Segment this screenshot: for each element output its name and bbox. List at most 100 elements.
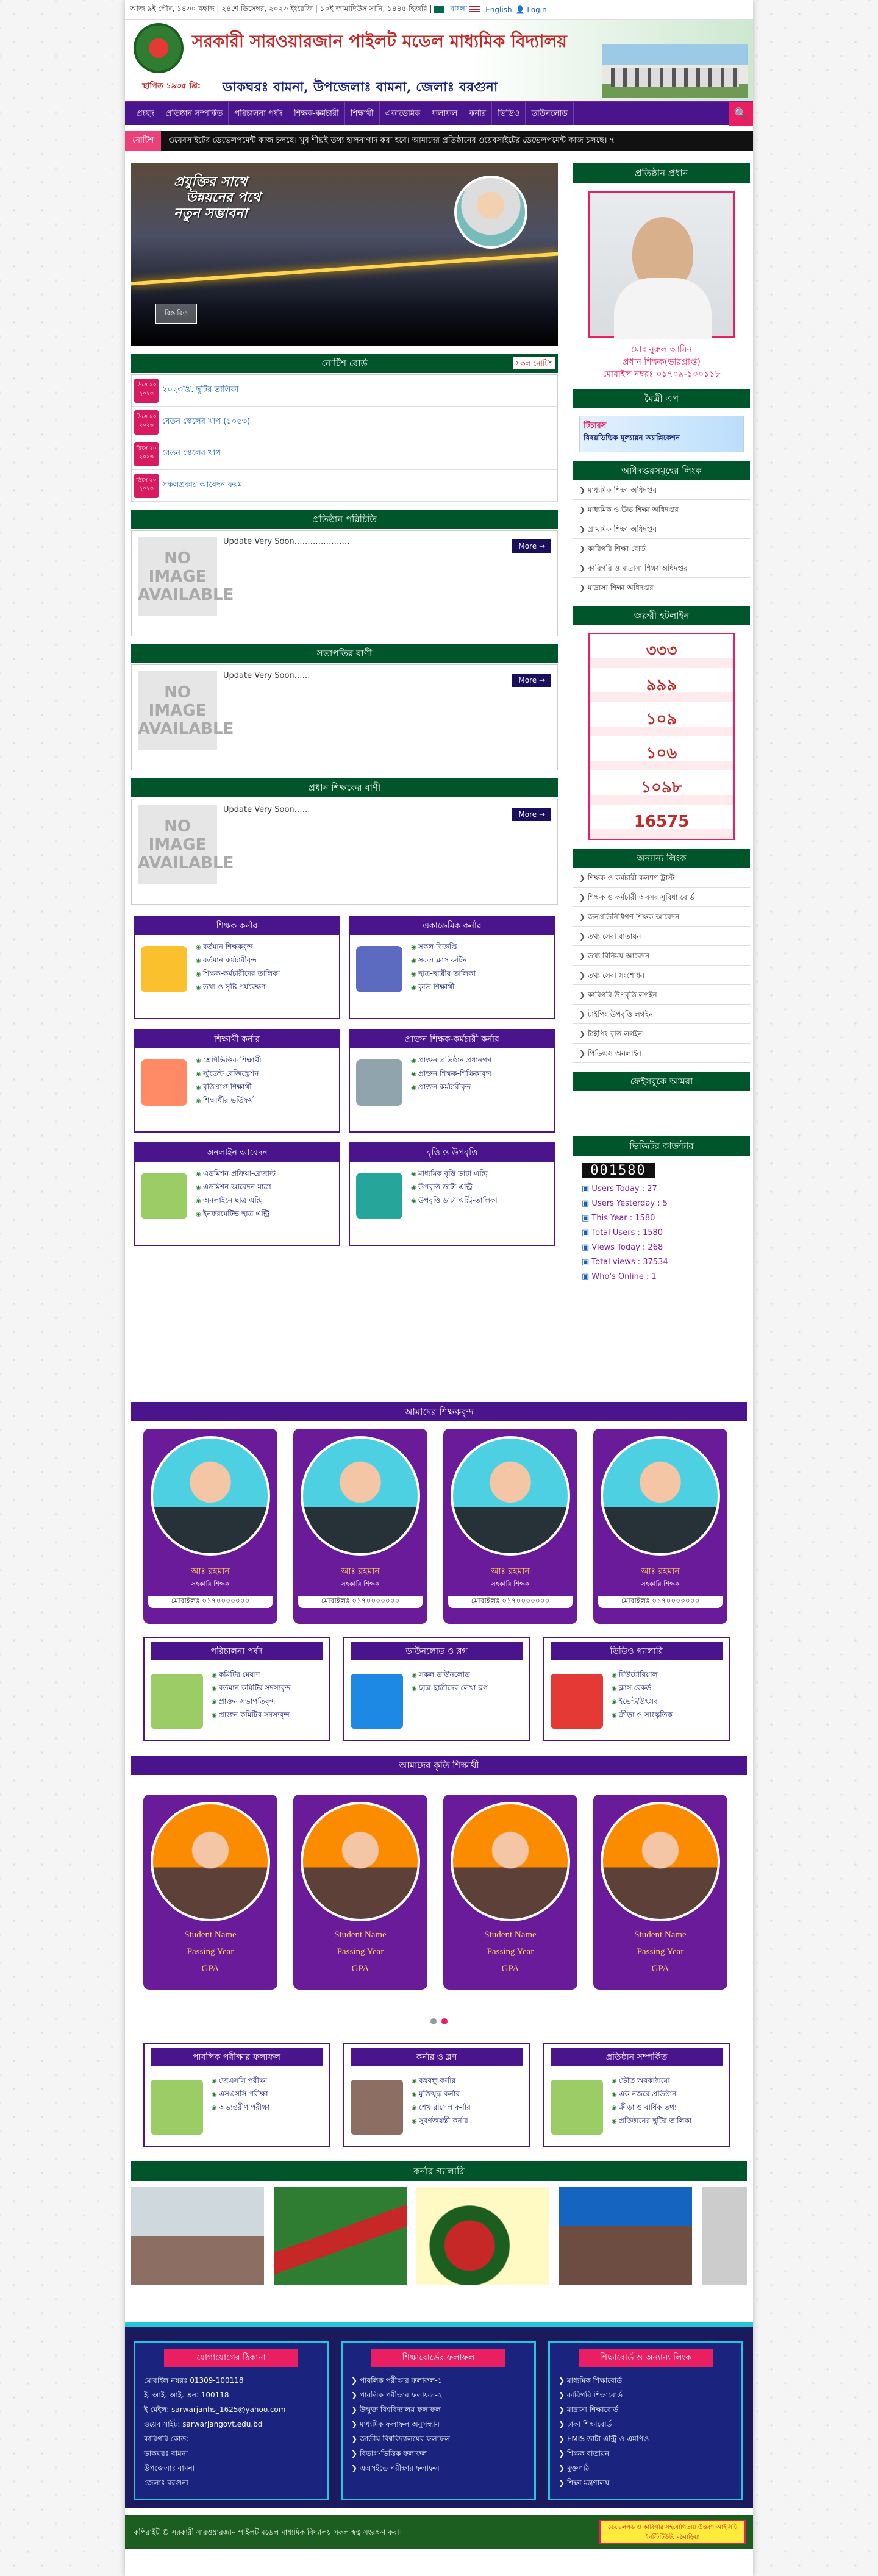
other-link[interactable]: কারিগরি উপবৃত্তি লগইন (573, 985, 750, 1005)
link-box-item[interactable]: ছাত্র-ছাত্রীদের লেখা ব্লগ (412, 1681, 488, 1695)
lang-bangla[interactable]: বাংলা (450, 4, 467, 16)
link-box-item[interactable]: শেখ রাসেল কর্নার (412, 2101, 471, 2114)
category-link[interactable]: উপবৃত্তি ডাটা এন্ট্রি (411, 1180, 498, 1194)
category-link[interactable]: বর্তমান শিক্ষকবৃন্দ (196, 940, 280, 953)
category-link[interactable]: ছাত্র-ছাত্রীর তালিকা (411, 967, 476, 980)
hero-slider[interactable]: প্রযুক্তির সাথে উন্নয়নের পথে নতুন সম্ভা… (131, 163, 558, 346)
gallery-image[interactable] (559, 2187, 692, 2285)
more-button[interactable]: More → (512, 808, 551, 821)
category-link[interactable]: শ্রেণিভিত্তিক শিক্ষার্থী (196, 1053, 262, 1067)
nav-item[interactable]: একাডেমিক (380, 101, 427, 126)
school-logo[interactable] (134, 23, 184, 73)
nav-item[interactable]: ডাউনলোড (526, 101, 574, 126)
other-link[interactable]: টাইপিং বৃত্তি লগইন (573, 1024, 750, 1044)
link-box-item[interactable]: ইভেন্ট/উৎসব (612, 1695, 673, 1708)
category-link[interactable]: বৃত্তিপ্রাপ্ত শিক্ষার্থী (196, 1080, 262, 1094)
footer-line[interactable]: মাধ্যমিক ফলাফল অনুসন্ধান (343, 2417, 534, 2432)
gallery-image[interactable] (416, 2187, 549, 2285)
link-box-item[interactable]: প্রতিষ্ঠানের ছুটির তালিকা (612, 2114, 691, 2127)
category-link[interactable]: সকল ক্লাস রুটিন (411, 953, 476, 967)
student-card[interactable]: Student Name Passing Year GPA (593, 1795, 727, 1990)
gov-link[interactable]: কারিগরি ও মাদ্রাসা শিক্ষা অধিদপ্তর (573, 558, 750, 578)
link-box-item[interactable]: সকল ডাউনলোড (412, 1668, 488, 1681)
teacher-card[interactable]: আঃ রহমান সহকারি শিক্ষক মোবাইলঃ ০১৭০০০০০০০ (143, 1429, 277, 1624)
gallery-image[interactable] (274, 2187, 407, 2285)
footer-line[interactable]: শিক্ষক বাতায়ন (550, 2446, 741, 2461)
link-box-item[interactable]: বর্তমান কমিটির সদস্যবৃন্দ (212, 1681, 291, 1695)
gallery-image[interactable] (131, 2187, 264, 2285)
other-link[interactable]: শিক্ষক ও কর্মচারী অবসর সুবিধা বোর্ড (573, 888, 750, 907)
category-link[interactable]: সকল বিজ্ঞপ্তি (411, 940, 476, 953)
student-card[interactable]: Student Name Passing Year GPA (293, 1795, 427, 1990)
nav-item[interactable]: পরিচালনা পর্ষদ (229, 101, 289, 126)
link-box-item[interactable]: অভ্যন্তরীণ পরীক্ষা (212, 2101, 270, 2114)
category-link[interactable]: বর্তমান কর্মচারীবৃন্দ (196, 953, 280, 967)
lang-english[interactable]: English (485, 5, 512, 14)
more-button[interactable]: More → (512, 674, 551, 687)
link-box-item[interactable]: প্রাক্তন কমিটির সদস্যবৃন্দ (212, 1708, 291, 1721)
footer-line[interactable]: এএসইতে পরীক্ষার ফলাফল (343, 2461, 534, 2475)
dot[interactable] (430, 2018, 437, 2024)
gov-link[interactable]: মাধ্যমিক শিক্ষা অধিদপ্তর (573, 480, 750, 500)
nav-item[interactable]: কর্নার (463, 101, 493, 126)
category-link[interactable]: শিক্ষার্থীর ভর্তিফর্ম (196, 1094, 262, 1107)
link-box-item[interactable]: কমিটির মেয়াদ (212, 1668, 291, 1681)
nav-item[interactable]: প্রতিষ্ঠান সম্পর্কিত (160, 101, 229, 126)
link-box-item[interactable]: মুক্তিযুদ্ধ কর্নার (412, 2087, 471, 2101)
link-box-item[interactable]: জেএসসি পরীক্ষা (212, 2074, 269, 2087)
footer-line[interactable]: শিক্ষা মন্ত্রণালয় (550, 2475, 741, 2490)
link-box-item[interactable]: টিউটোরিয়াল (612, 1668, 673, 1681)
gov-link[interactable]: মাদ্রাসা শিক্ষা অধিদপ্তর (573, 578, 750, 597)
link-box-item[interactable]: এক নজরে প্রতিষ্ঠান (612, 2087, 691, 2101)
more-button[interactable]: More → (512, 539, 551, 553)
notice-item[interactable]: ডিসে ২০ ২০২৩ বেতন স্কেলের খাপ (১০৫৩) (132, 407, 557, 438)
link-box-item[interactable]: ক্রীড়া ও বার্ষিক তথ্য (612, 2101, 691, 2114)
notice-item[interactable]: ডিসে ২০ ২০২৩ সকলপ্রকার আবেদন ফরম (132, 470, 557, 502)
ticker-text[interactable]: ওয়েবসাইটের ডেভেলপমেন্ট কাজ চলছে। খুব শী… (161, 135, 615, 148)
category-link[interactable]: প্রাক্তন প্রতিষ্ঠান প্রধানগণ (411, 1053, 491, 1067)
teacher-card[interactable]: আঃ রহমান সহকারি শিক্ষক মোবাইলঃ ০১৭০০০০০০০ (443, 1429, 577, 1624)
link-box-item[interactable]: ক্লাস রেকর্ড (612, 1681, 673, 1695)
category-link[interactable]: এডমিশন আবেদন-মাত্রা (196, 1180, 276, 1194)
notice-title[interactable]: বেতন স্কেলের খাপ (১০৫৩) (162, 416, 250, 429)
slider-button[interactable]: বিস্তারিত (155, 304, 197, 324)
app-banner[interactable]: টিচারস বিষয়ভিত্তিক মূল্যায়ন অ্যাপ্লিকে… (579, 416, 744, 452)
notice-title[interactable]: বেতন স্কেলের খাপ (162, 447, 221, 460)
gov-link[interactable]: মাধ্যমিক ও উচ্চ শিক্ষা অধিদপ্তর (573, 500, 750, 519)
footer-line[interactable]: বিভাগ-ভিত্তিক ফলাফল (343, 2446, 534, 2461)
link-box-item[interactable]: বঙ্গবন্ধু কর্নার (412, 2074, 471, 2087)
gallery-image[interactable] (702, 2187, 747, 2285)
other-link[interactable]: তথ্য বিনিময় আবেদন (573, 946, 750, 966)
link-box-item[interactable]: ক্রীড়া ও সাংস্কৃতিক (612, 1708, 673, 1721)
notice-title[interactable]: ২০২৩খ্রি. ছুটির তালিকা (162, 384, 238, 397)
teacher-card[interactable]: আঃ রহমান সহকারি শিক্ষক মোবাইলঃ ০১৭০০০০০০০ (293, 1429, 427, 1624)
category-link[interactable]: তথ্য ও সৃষ্টি পর্যবেক্ষণ (196, 980, 280, 994)
other-link[interactable]: তথ্য সেবা সংশোধন (573, 966, 750, 985)
nav-item[interactable]: ভিডিও (492, 101, 526, 126)
other-link[interactable]: টাইপিং উপবৃত্তি লগইন (573, 1005, 750, 1024)
link-box-item[interactable]: ভৌত অবকাঠামো (612, 2074, 691, 2087)
all-notices-link[interactable]: সকল নোটিশ (513, 357, 555, 369)
footer-line[interactable]: কারিগরি শিক্ষাবোর্ড (550, 2388, 741, 2402)
footer-line[interactable]: মাধ্যমিক শিক্ষাবোর্ড (550, 2373, 741, 2388)
footer-line[interactable]: ঢাকা শিক্ষাবোর্ড (550, 2417, 741, 2432)
category-link[interactable]: অনলাইনে ছাত্র এন্ট্রি (196, 1194, 276, 1207)
notice-item[interactable]: ডিসে ২০ ২০২৩ ২০২৩খ্রি. ছুটির তালিকা (132, 375, 557, 407)
footer-line[interactable]: পাবলিক পরীক্ষার ফলাফল-১ (343, 2373, 534, 2388)
footer-line[interactable]: জাতীয় বিশ্ববিদ্যালয়ের ফলাফল (343, 2432, 534, 2446)
link-box-item[interactable]: সুবর্ণজয়ন্তী কর্নার (412, 2114, 471, 2127)
category-link[interactable]: প্রাক্তন শিক্ষক-শিক্ষিকাবৃন্দ (411, 1067, 491, 1080)
nav-item[interactable]: ফলাফল (426, 101, 464, 126)
nav-item[interactable]: শিক্ষার্থী (345, 101, 380, 126)
nav-item[interactable]: শিক্ষক-কর্মচারী (288, 101, 345, 126)
category-link[interactable]: মাধ্যমিক বৃত্তি ডাটা এন্ট্রি (411, 1167, 498, 1180)
search-icon[interactable]: 🔍 (729, 101, 753, 126)
gov-link[interactable]: কারিগরি শিক্ষা বোর্ড (573, 539, 750, 558)
category-link[interactable]: শিক্ষক-কর্মচারীদের তালিকা (196, 967, 280, 980)
category-link[interactable]: এডমিশন প্রক্রিয়া-রেজাল্ট (196, 1167, 276, 1180)
nav-item[interactable]: প্রচ্ছদ (131, 101, 160, 126)
developer-badge[interactable]: ডেভেলপড ও কারিগরি সহযোগিতায় উত্তরণ আইসি… (599, 2520, 746, 2544)
footer-line[interactable]: EMIS ডাটা এন্ট্রি ও এমপিও (550, 2432, 741, 2446)
other-link[interactable]: তথ্য সেবা বাতায়ন (573, 927, 750, 946)
login-link[interactable]: 👤 Login (516, 5, 547, 14)
